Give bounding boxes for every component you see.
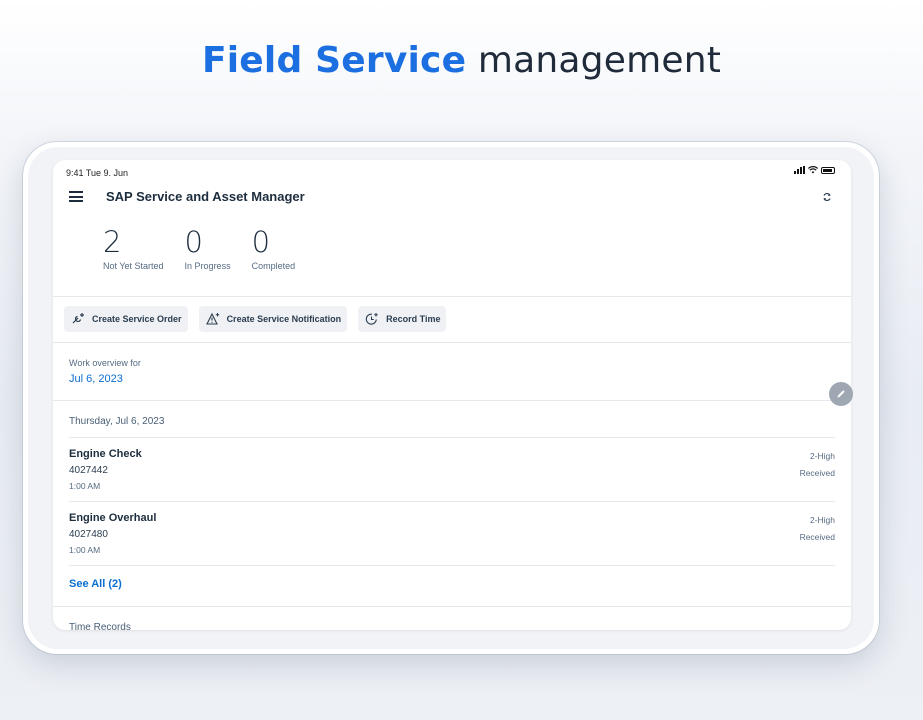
clock-plus-icon	[365, 313, 378, 325]
promo-headline: Field Service management	[0, 40, 923, 81]
order-title: Engine Overhaul	[69, 512, 157, 524]
order-title: Engine Check	[69, 448, 142, 460]
day-header: Thursday, Jul 6, 2023	[69, 416, 165, 427]
kpi-value: 2	[103, 225, 122, 259]
kpi-not-yet-started[interactable]: 2 Not Yet Started	[103, 226, 164, 276]
app-title: SAP Service and Asset Manager	[106, 189, 305, 204]
kpi-label: Completed	[251, 261, 296, 271]
action-bar: Create Service Order Create Service Noti…	[64, 306, 447, 332]
create-service-notification-button[interactable]: Create Service Notification	[198, 306, 348, 332]
section-divider	[53, 342, 851, 343]
section-divider	[53, 400, 851, 401]
kpi-label: In Progress	[184, 261, 231, 271]
kpi-value: 0	[184, 225, 203, 259]
status-time: 9:41 Tue 9. Jun	[66, 168, 129, 178]
order-id: 4027480	[69, 529, 108, 540]
order-time: 1:00 AM	[69, 545, 101, 555]
edit-button[interactable]	[829, 382, 853, 406]
action-label: Record Time	[386, 314, 441, 324]
see-all-link[interactable]: See All (2)	[69, 578, 122, 590]
list-divider	[69, 565, 835, 566]
section-divider	[53, 606, 851, 607]
list-divider	[69, 437, 835, 438]
menu-icon[interactable]	[69, 191, 83, 202]
wifi-icon	[808, 166, 818, 174]
action-label: Create Service Order	[92, 314, 182, 324]
app-bar: SAP Service and Asset Manager	[53, 184, 851, 210]
battery-icon	[821, 166, 835, 174]
record-time-button[interactable]: Record Time	[358, 306, 447, 332]
wrench-plus-icon	[72, 313, 84, 324]
status-icons	[794, 166, 835, 174]
headline-accent: Field Service	[201, 40, 467, 81]
order-status: Received	[799, 532, 835, 542]
order-priority: 2-High	[809, 515, 835, 525]
app-screen: 9:41 Tue 9. Jun SAP Service and Asset Ma…	[53, 160, 851, 630]
order-id: 4027442	[69, 465, 108, 476]
signal-icon	[794, 166, 805, 174]
order-priority: 2-High	[809, 451, 835, 461]
section-divider	[53, 296, 851, 297]
sync-icon[interactable]	[821, 191, 833, 203]
order-status: Received	[799, 468, 835, 478]
status-bar: 9:41 Tue 9. Jun	[53, 160, 851, 182]
kpi-value: 0	[251, 225, 271, 259]
headline-rest: management	[477, 40, 722, 81]
order-time: 1:00 AM	[69, 481, 101, 491]
list-divider	[69, 501, 835, 502]
warning-plus-icon	[205, 312, 219, 325]
kpi-in-progress[interactable]: 0 In Progress	[185, 226, 231, 276]
action-label: Create Service Notification	[226, 314, 342, 324]
pencil-icon	[837, 390, 845, 398]
create-service-order-button[interactable]: Create Service Order	[64, 306, 188, 332]
work-overview-label: Work overview for	[69, 358, 141, 368]
kpi-summary: 2 Not Yet Started 0 In Progress 0 Comple…	[103, 226, 316, 276]
work-overview-date-link[interactable]: Jul 6, 2023	[69, 373, 123, 385]
kpi-completed[interactable]: 0 Completed	[252, 226, 296, 276]
time-records-header: Time Records	[69, 622, 131, 630]
kpi-label: Not Yet Started	[103, 261, 164, 271]
